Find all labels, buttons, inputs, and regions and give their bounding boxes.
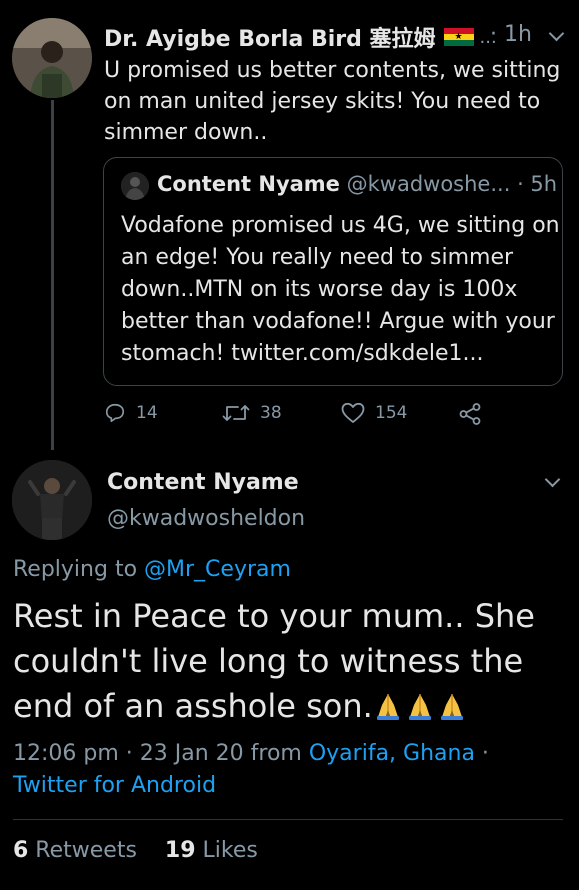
likes-count: 19 (164, 838, 196, 863)
tweet-header: Dr. Ayigbe Borla Bird 塞拉姆 ★ ... · 1h (104, 21, 565, 53)
tweet-text: Rest in Peace to your mum.. She couldn't… (13, 594, 573, 729)
user-handle[interactable]: @kwadwosheldon (107, 506, 305, 531)
meta-separator: · (474, 741, 489, 766)
tweet-time[interactable]: · 1h (490, 22, 532, 47)
display-name[interactable]: Dr. Ayigbe Borla Bird 塞拉姆 (104, 21, 436, 53)
tweet-actions: 14 38 154 (104, 402, 504, 432)
retweet-count: 38 (260, 403, 282, 423)
retweets-count: 6 (13, 838, 29, 863)
retweet-button[interactable]: 38 (222, 402, 282, 424)
timestamp: 12:06 pm · 23 Jan 20 from (13, 741, 309, 766)
like-icon (341, 402, 365, 423)
tweet-text: U promised us better contents, we sittin… (104, 58, 561, 145)
avatar[interactable] (12, 18, 92, 98)
retweet-icon (222, 405, 250, 421)
display-name[interactable]: Content Nyame (107, 470, 299, 495)
quoted-avatar (121, 172, 149, 200)
reply-icon (105, 403, 125, 423)
chevron-down-icon[interactable] (548, 25, 565, 42)
quoted-time: · 5h (517, 172, 558, 196)
share-icon (459, 403, 481, 425)
location-link[interactable]: Oyarifa, Ghana (309, 741, 475, 766)
divider (13, 819, 563, 820)
likes-stat[interactable]: 19 Likes (165, 838, 258, 863)
engagement-stats: 6 Retweets 19 Likes (13, 838, 258, 863)
folded-hands-icon (376, 694, 399, 720)
quoted-text: Vodafone promised us 4G, we sitting on a… (121, 213, 560, 366)
replying-prefix: Replying to (13, 557, 145, 582)
ghana-flag-icon: ★ (443, 28, 474, 46)
quoted-display-name: Content Nyame (157, 172, 340, 196)
tweet-metadata: 12:06 pm · 23 Jan 20 from Oyarifa, Ghana… (13, 738, 568, 802)
quoted-handle: @kwadwoshe... (346, 172, 511, 196)
folded-hands-emoji-group (373, 691, 469, 721)
like-button[interactable]: 154 (341, 402, 407, 424)
folded-hands-icon (440, 694, 463, 720)
replying-to: Replying to @Mr_Ceyram (13, 557, 291, 582)
retweets-label: Retweets (28, 838, 137, 863)
folded-hands-icon (408, 694, 431, 720)
avatar[interactable] (12, 460, 92, 540)
like-count: 154 (375, 403, 408, 423)
thread-line (51, 100, 54, 450)
chevron-down-icon[interactable] (544, 471, 561, 488)
quoted-header: Content Nyame @kwadwoshe... · 5h (157, 172, 557, 196)
mention-link[interactable]: @Mr_Ceyram (144, 557, 291, 582)
source-link[interactable]: Twitter for Android (13, 773, 216, 798)
quoted-tweet[interactable]: Content Nyame @kwadwoshe... · 5h Vodafon… (103, 157, 563, 386)
retweets-stat[interactable]: 6 Retweets (13, 838, 137, 863)
reply-button[interactable]: 14 (104, 402, 158, 424)
reply-count: 14 (136, 403, 158, 423)
share-button[interactable] (458, 402, 492, 426)
likes-label: Likes (195, 838, 258, 863)
